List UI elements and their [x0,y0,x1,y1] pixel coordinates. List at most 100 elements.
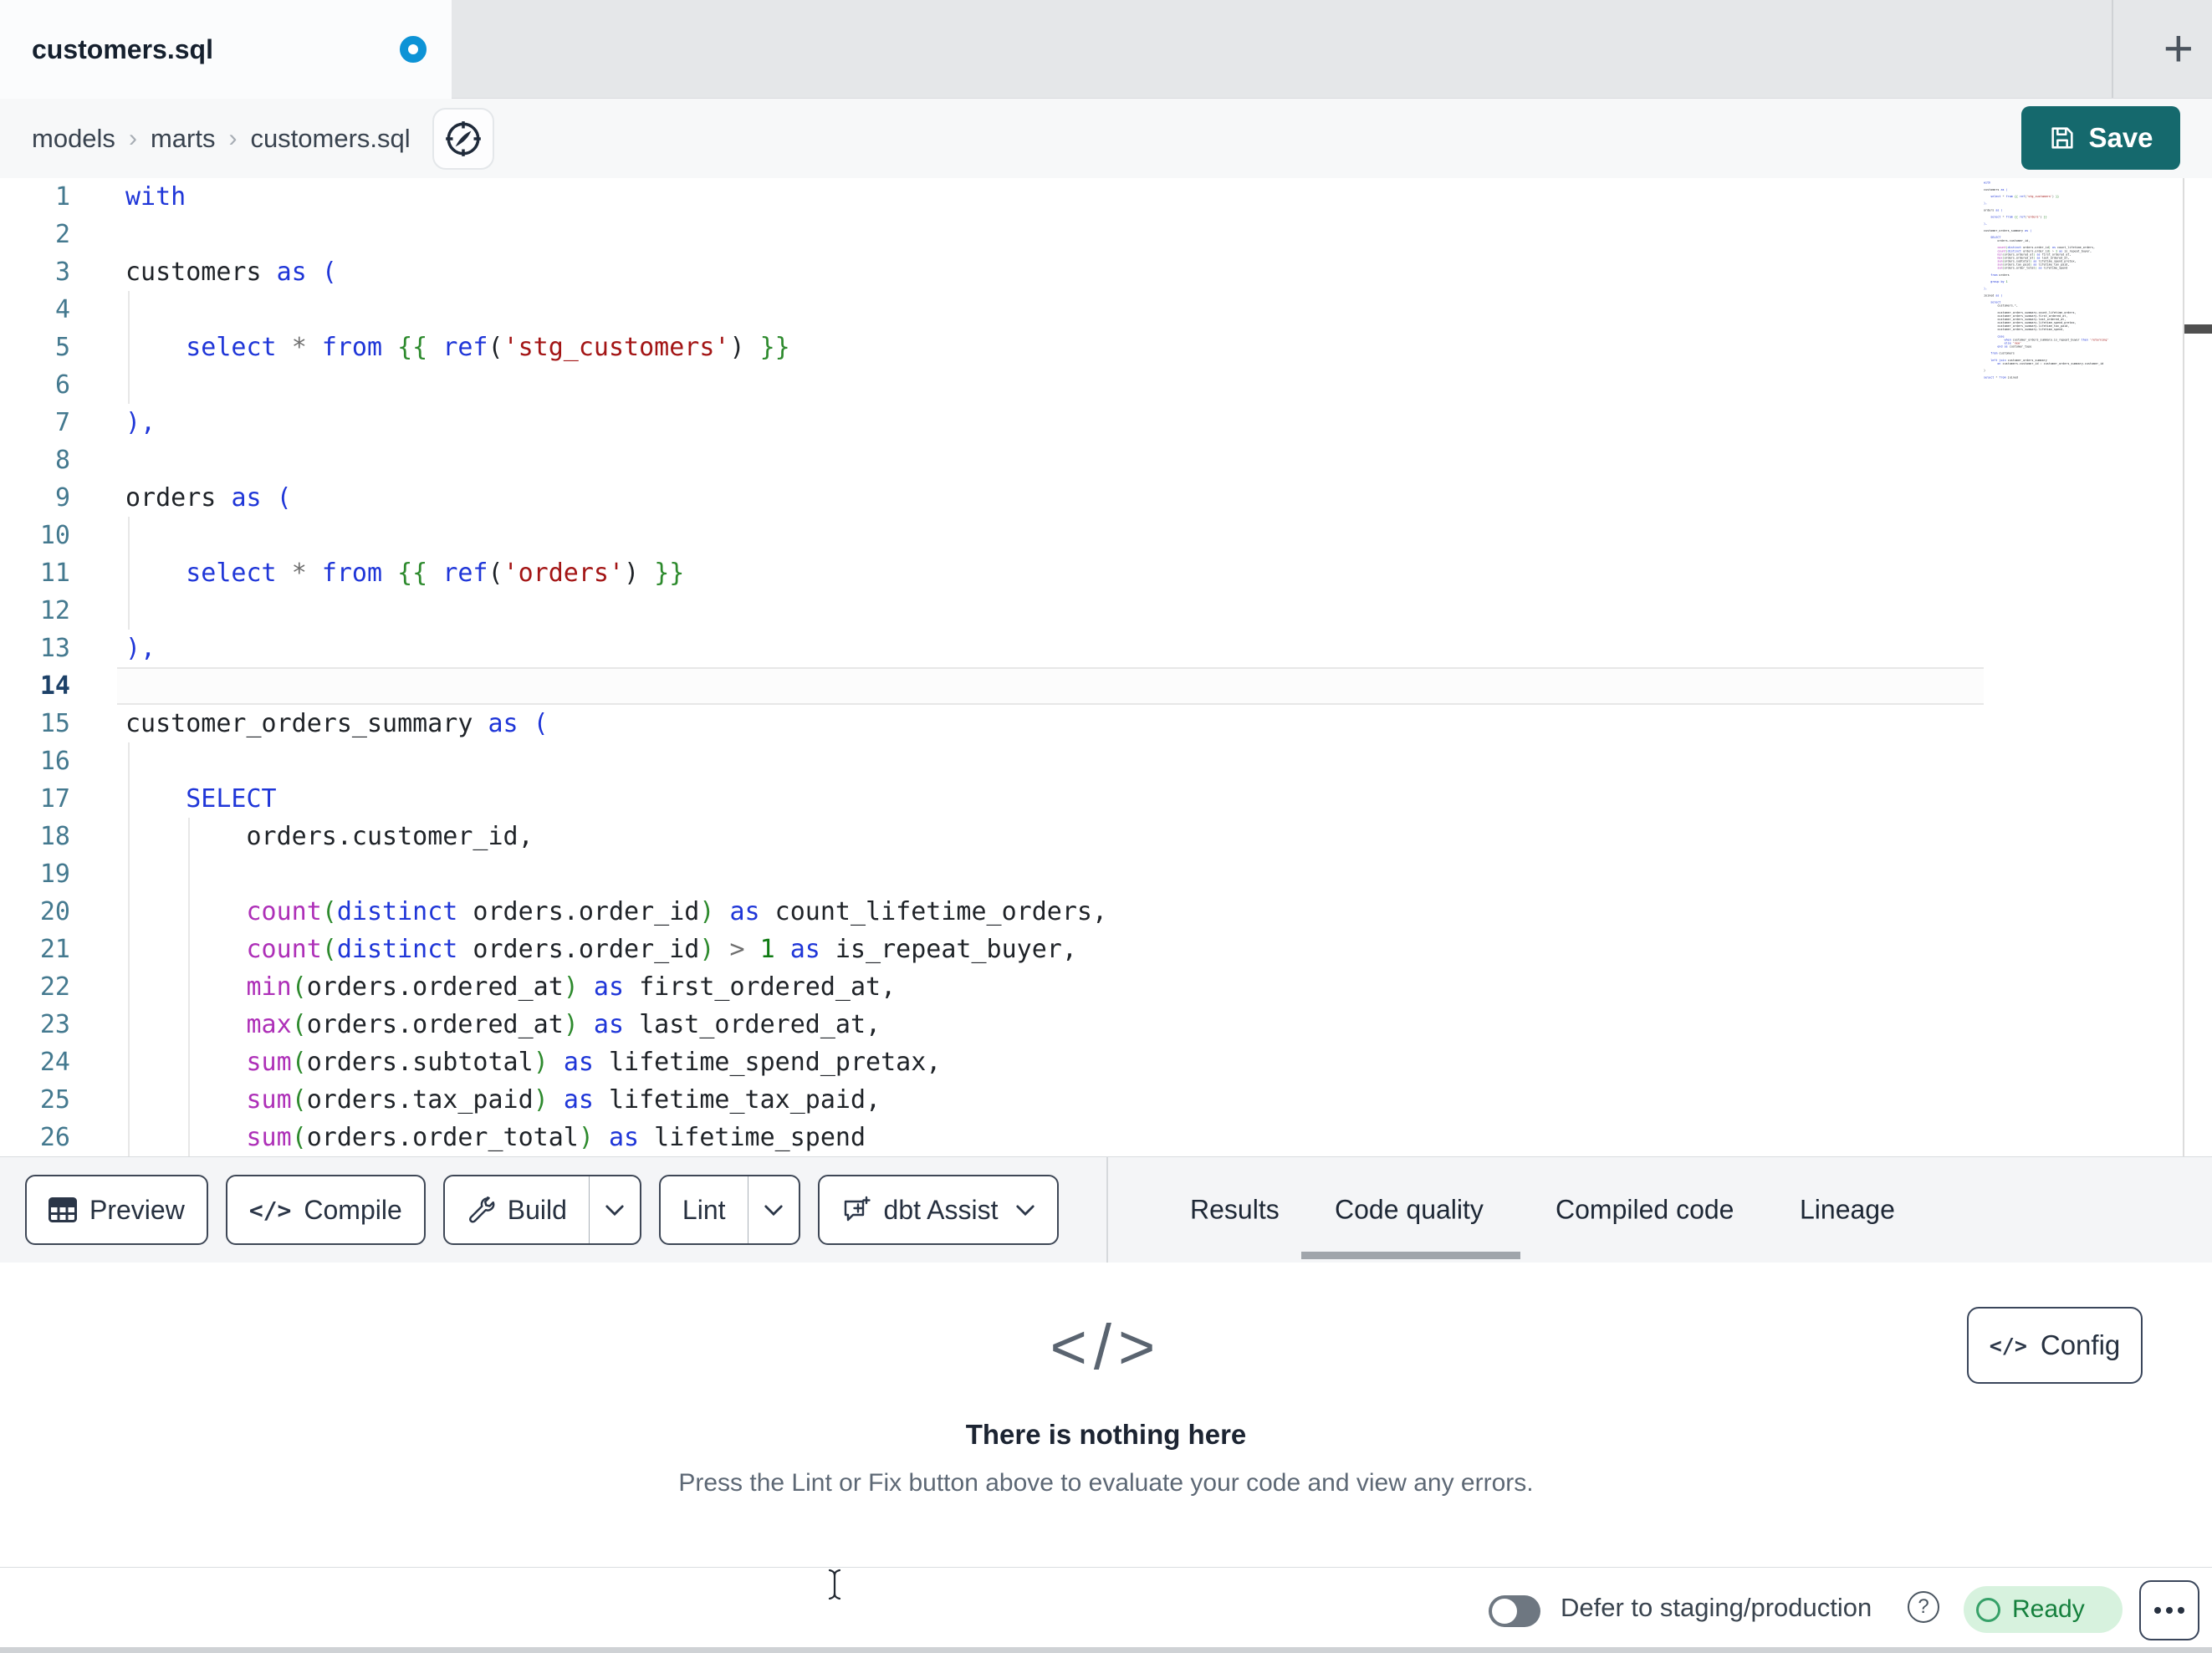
code-line[interactable]: 3 customers as ( [0,253,2212,291]
save-floppy-icon [2051,127,2074,149]
code-line[interactable]: 15 customer_orders_summary as ( [0,705,2212,742]
line-number: 17 [39,784,70,814]
compile-button[interactable]: </> Compile [225,1175,426,1245]
indent-guide [188,818,190,1156]
code-line[interactable]: 26 sum(orders.order_total) as lifetime_s… [0,1119,2212,1156]
build-button-label: Build [507,1194,567,1225]
unsaved-changes-dot-icon [400,36,427,63]
minimap[interactable]: with customers as ( select * from {{ ref… [1984,181,2116,389]
code-line[interactable]: 17 SELECT [0,780,2212,818]
indent-guide [128,291,130,404]
indent-guide [128,517,130,630]
dbt-assist-button[interactable]: dbt Assist [817,1175,1060,1245]
line-number: 20 [39,897,70,926]
table-icon [49,1197,77,1222]
scrollbar-thumb[interactable] [2184,324,2212,334]
more-options-button[interactable] [2139,1580,2199,1640]
build-split-button[interactable]: Build [442,1175,641,1245]
save-button-label: Save [2088,122,2153,153]
help-icon[interactable]: ? [1908,1591,1939,1623]
lint-button-label: Lint [682,1194,726,1225]
config-button[interactable]: </> Config [1967,1307,2143,1384]
code-line-text: sum(orders.order_total) as lifetime_spen… [246,1123,866,1152]
code-line-text: ), [125,634,156,663]
code-line-text: customers as ( [125,258,337,287]
tab-code-quality[interactable]: Code quality [1335,1195,1484,1226]
code-line[interactable]: 9 orders as ( [0,479,2212,517]
code-line-text: min(orders.ordered_at) as first_ordered_… [246,972,897,1002]
empty-state-title: There is nothing here [965,1419,1247,1450]
code-line[interactable]: 5 select * from {{ ref('stg_customers') … [0,329,2212,366]
line-number: 16 [39,747,70,776]
breadcrumb-marts[interactable]: marts [151,124,216,154]
code-line[interactable]: 23 max(orders.ordered_at) as last_ordere… [0,1006,2212,1043]
line-number: 14 [39,671,70,701]
code-line[interactable]: 21 count(distinct orders.order_id) > 1 a… [0,931,2212,968]
code-line[interactable]: 2 [0,216,2212,253]
save-button[interactable]: Save [2021,106,2180,170]
compass-button[interactable] [432,107,494,170]
code-line[interactable]: 24 sum(orders.subtotal) as lifetime_spen… [0,1043,2212,1081]
lint-split-button[interactable]: Lint [658,1175,800,1245]
code-line[interactable]: 8 [0,441,2212,479]
line-number: 11 [39,559,70,588]
code-line[interactable]: 1 with [0,178,2212,216]
code-line[interactable]: 11 select * from {{ ref('orders') }} [0,554,2212,592]
line-number: 24 [39,1048,70,1077]
code-line[interactable]: 13), [0,630,2212,667]
code-line[interactable]: 18 orders.customer_id, [0,818,2212,855]
build-dropdown-button[interactable] [588,1176,640,1243]
line-number: 4 [54,295,70,324]
line-number: 6 [54,370,70,400]
code-line-text: select * from {{ ref('orders') }} [186,559,685,588]
code-line[interactable]: 25 sum(orders.tax_paid) as lifetime_tax_… [0,1081,2212,1119]
code-line[interactable]: 22 min(orders.ordered_at) as first_order… [0,968,2212,1006]
breadcrumb-separator-icon: › [228,124,238,152]
code-line[interactable]: 19 [0,855,2212,893]
line-number: 22 [39,972,70,1002]
text-cursor-icon [826,1569,843,1605]
code-line[interactable]: 16 [0,742,2212,780]
code-line-text: sum(orders.tax_paid) as lifetime_tax_pai… [246,1085,881,1115]
breadcrumb-file: customers.sql [250,123,411,153]
code-line[interactable]: 7), [0,404,2212,441]
code-editor[interactable]: 1 with 2 3 customers as ( 4 5 select * from {{… [0,178,2212,1156]
code-lines: 1 with 2 3 customers as ( 4 5 select * from {{… [0,178,2212,1156]
tab-lineage[interactable]: Lineage [1800,1195,1895,1226]
line-number: 12 [39,596,70,625]
toggle-knob [1492,1599,1517,1624]
code-brackets-icon: </> [1989,1333,2027,1358]
compass-icon [445,120,481,156]
code-line[interactable]: 12 [0,592,2212,630]
line-number: 25 [39,1085,70,1115]
code-line-text: count(distinct orders.order_id) as count… [246,897,1108,926]
assist-chat-sparkle-icon [844,1196,871,1222]
tab-compiled-code[interactable]: Compiled code [1556,1195,1734,1226]
line-number: 18 [39,822,70,851]
code-line[interactable]: 4 [0,291,2212,329]
tab-results[interactable]: Results [1190,1195,1280,1226]
help-glyph: ? [1918,1595,1929,1618]
preview-button[interactable]: Preview [25,1175,208,1245]
code-line-text: count(distinct orders.order_id) > 1 as i… [246,935,1077,964]
line-number: 26 [39,1123,70,1152]
code-line[interactable]: 14 [0,667,2212,705]
ellipsis-icon [2166,1607,2173,1614]
code-line[interactable]: 10 [0,517,2212,554]
minimap-content: with customers as ( select * from {{ ref… [1984,181,2109,380]
code-brackets-icon: </> [248,1196,292,1224]
defer-toggle[interactable] [1489,1595,1540,1627]
code-line[interactable]: 20 count(distinct orders.order_id) as co… [0,893,2212,931]
lint-dropdown-button[interactable] [747,1176,799,1243]
code-line[interactable]: 6 [0,366,2212,404]
file-tab-customers-sql[interactable]: customers.sql [0,0,452,99]
status-badge: Ready [1964,1586,2123,1633]
breadcrumb-models[interactable]: models [32,124,115,154]
new-tab-button[interactable]: + [2163,23,2194,75]
defer-label: Defer to staging/production [1561,1592,1872,1622]
editor-toolbar: Preview </> Compile Build Lint dbt Assis… [0,1156,2212,1263]
chevron-down-icon [1016,1204,1035,1216]
tab-strip-divider [2112,0,2113,98]
ellipsis-icon [2154,1607,2161,1614]
chevron-down-icon [764,1204,783,1216]
